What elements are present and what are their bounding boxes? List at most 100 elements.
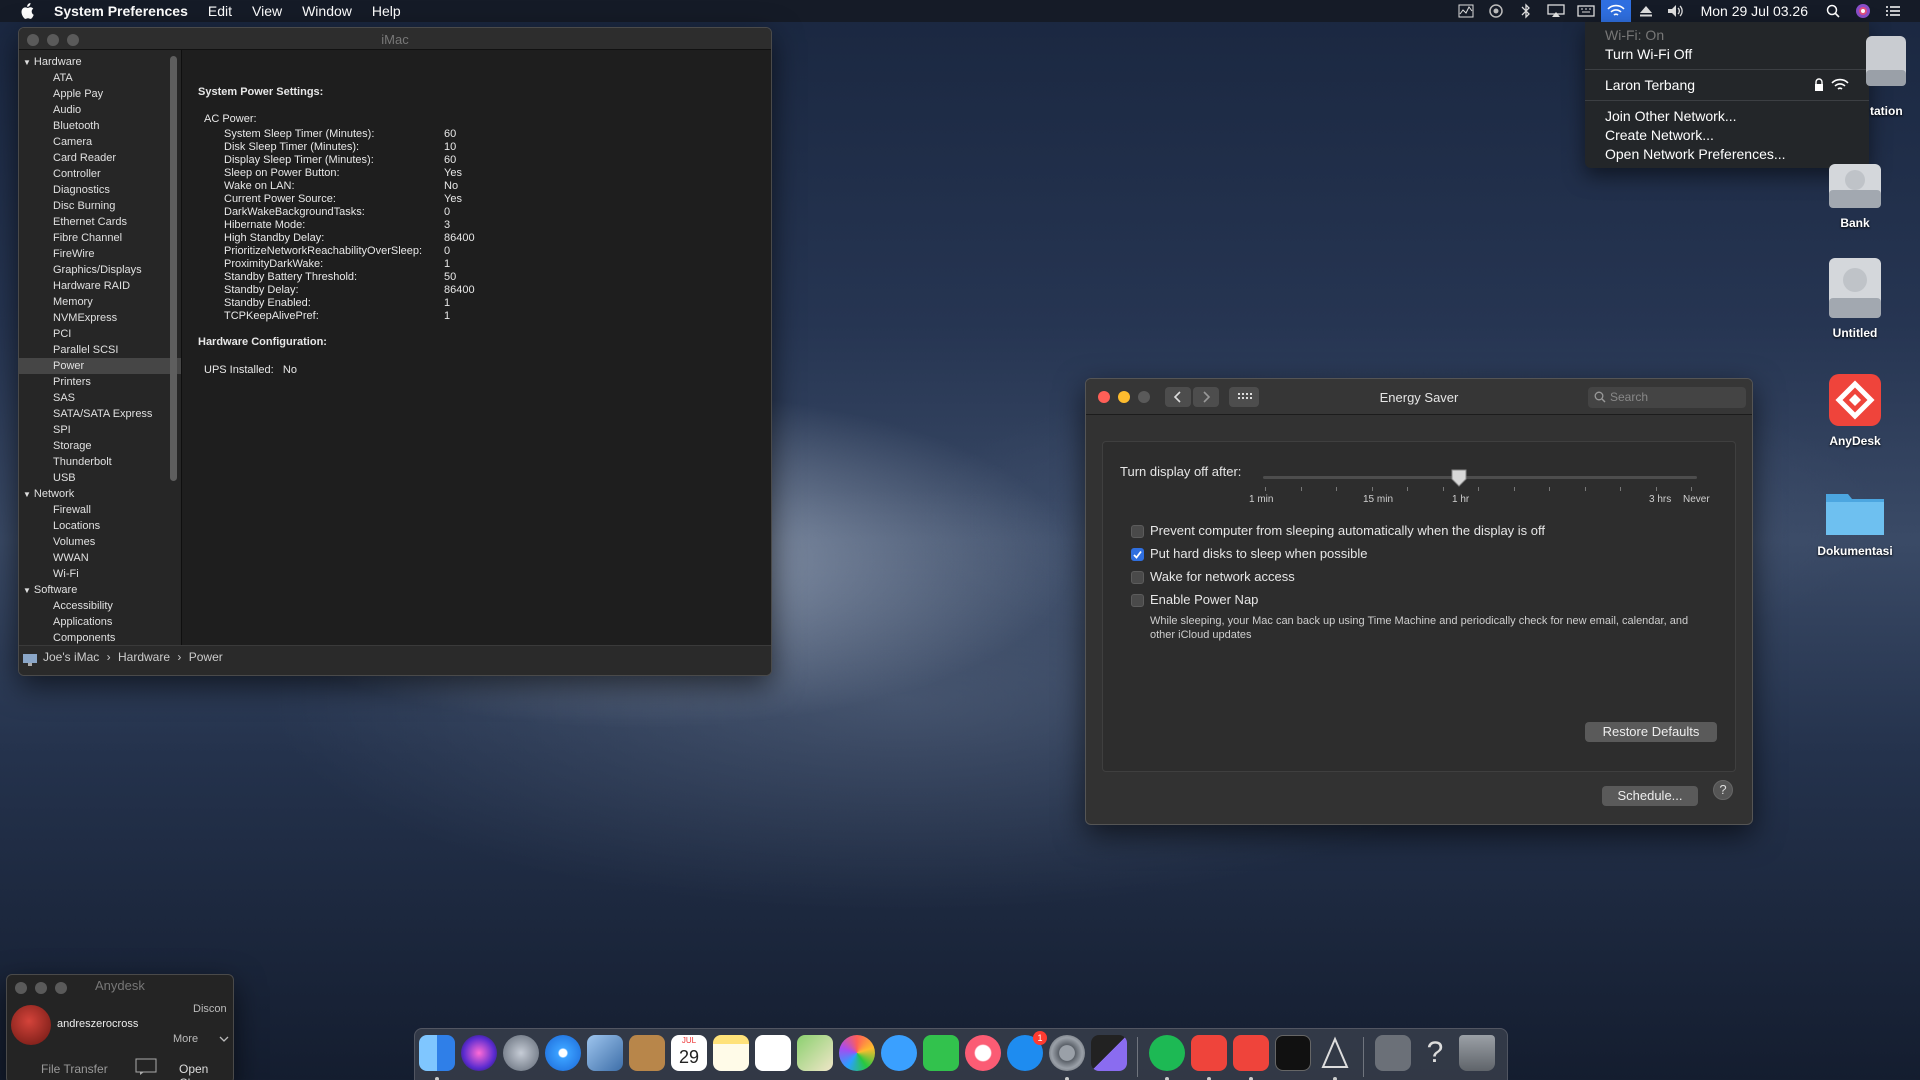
sidebar-item[interactable]: Controller xyxy=(19,166,181,182)
chevron-down-icon[interactable] xyxy=(219,1035,229,1043)
disclosure-triangle-icon[interactable]: ▼ xyxy=(23,490,31,499)
siri-icon[interactable] xyxy=(1481,0,1511,22)
anydesk-icon[interactable] xyxy=(1233,1035,1269,1071)
reminders-icon[interactable] xyxy=(755,1035,791,1071)
restore-defaults-button[interactable]: Restore Defaults xyxy=(1585,722,1717,742)
maps-icon[interactable] xyxy=(797,1035,833,1071)
terminal-icon[interactable] xyxy=(1275,1035,1311,1071)
sidebar-item[interactable]: Fibre Channel xyxy=(19,230,181,246)
spotlight-search-icon[interactable] xyxy=(1818,0,1848,22)
disclosure-triangle-icon[interactable]: ▼ xyxy=(23,586,31,595)
open-network-preferences-item[interactable]: Open Network Preferences... xyxy=(1605,146,1786,162)
sidebar-item[interactable]: Bluetooth xyxy=(19,118,181,134)
notification-center-icon[interactable] xyxy=(1878,0,1908,22)
close-button[interactable] xyxy=(15,982,27,994)
help-question-icon[interactable]: ? xyxy=(1417,1035,1453,1071)
sidebar-item[interactable]: Power xyxy=(19,358,181,374)
disconnect-button[interactable]: Discon xyxy=(193,1003,227,1015)
sidebar-item[interactable]: PCI xyxy=(19,326,181,342)
itunes-icon[interactable] xyxy=(965,1035,1001,1071)
sidebar-item[interactable]: Printers xyxy=(19,374,181,390)
airplay-icon[interactable] xyxy=(1541,0,1571,22)
prevent-sleep-checkbox[interactable] xyxy=(1131,525,1144,538)
system-preferences-icon[interactable] xyxy=(1049,1035,1085,1071)
join-other-network-item[interactable]: Join Other Network... xyxy=(1605,108,1737,124)
desktop-item-dokumentasi[interactable]: Dokumentasi xyxy=(1800,486,1910,558)
path-computer[interactable]: Joe's iMac xyxy=(43,650,99,664)
zoom-button[interactable] xyxy=(55,982,67,994)
notes-icon[interactable] xyxy=(713,1035,749,1071)
sidebar-item[interactable]: Memory xyxy=(19,294,181,310)
activity-monitor-icon[interactable] xyxy=(1451,0,1481,22)
bluetooth-icon[interactable] xyxy=(1511,0,1541,22)
finder-icon[interactable] xyxy=(419,1035,455,1071)
menu-view[interactable]: View xyxy=(242,0,292,22)
menu-app-name[interactable]: System Preferences xyxy=(44,0,198,22)
sidebar-item[interactable]: WWAN xyxy=(19,550,181,566)
sidebar-item[interactable]: Wi-Fi xyxy=(19,566,181,582)
downloads-stack-icon[interactable] xyxy=(1375,1035,1411,1071)
desktop-item-untitled[interactable]: Untitled xyxy=(1800,256,1910,340)
sidebar-item[interactable]: Ethernet Cards xyxy=(19,214,181,230)
wake-network-checkbox[interactable] xyxy=(1131,571,1144,584)
safari-icon[interactable] xyxy=(545,1035,581,1071)
wake-network-label[interactable]: Wake for network access xyxy=(1150,569,1295,584)
more-button[interactable]: More xyxy=(173,1033,198,1045)
wifi-toggle-item[interactable]: Turn Wi-Fi Off xyxy=(1605,46,1692,62)
calendar-icon[interactable]: JUL 29 xyxy=(671,1035,707,1071)
sidebar-item[interactable]: Storage xyxy=(19,438,181,454)
sidebar-item[interactable]: Thunderbolt xyxy=(19,454,181,470)
file-transfer-button[interactable]: File Transfer xyxy=(41,1062,108,1076)
spotify-icon[interactable] xyxy=(1149,1035,1185,1071)
menu-clock[interactable]: Mon 29 Jul 03.26 xyxy=(1691,3,1818,19)
launchpad-icon[interactable] xyxy=(503,1035,539,1071)
minimize-button[interactable] xyxy=(35,982,47,994)
schedule-button[interactable]: Schedule... xyxy=(1602,786,1698,806)
wifi-icon[interactable] xyxy=(1600,0,1631,22)
sidebar-category[interactable]: ▼ Hardware xyxy=(19,54,181,70)
hard-disk-sleep-label[interactable]: Put hard disks to sleep when possible xyxy=(1150,546,1368,561)
menu-edit[interactable]: Edit xyxy=(198,0,242,22)
path-power[interactable]: Power xyxy=(189,650,223,664)
sidebar-item[interactable]: Locations xyxy=(19,518,181,534)
keyboard-icon[interactable] xyxy=(1571,0,1601,22)
contacts-icon[interactable] xyxy=(629,1035,665,1071)
photos-icon[interactable] xyxy=(839,1035,875,1071)
eject-icon[interactable] xyxy=(1631,0,1661,22)
siri-colored-icon[interactable] xyxy=(1848,0,1878,22)
desktop-item-bank[interactable]: Bank xyxy=(1800,150,1910,230)
help-button[interactable]: ? xyxy=(1713,780,1733,800)
sidebar-item[interactable]: SATA/SATA Express xyxy=(19,406,181,422)
open-chat-button[interactable]: Open Cha xyxy=(179,1062,233,1080)
sidebar-item[interactable]: Graphics/Displays xyxy=(19,262,181,278)
power-nap-checkbox[interactable] xyxy=(1131,594,1144,607)
sidebar-item[interactable]: Accessibility xyxy=(19,598,181,614)
facetime-icon[interactable] xyxy=(923,1035,959,1071)
sidebar-item[interactable]: USB xyxy=(19,470,181,486)
power-nap-label[interactable]: Enable Power Nap xyxy=(1150,592,1258,607)
display-sleep-slider-track[interactable] xyxy=(1263,476,1697,479)
sidebar-item[interactable]: Components xyxy=(19,630,181,645)
chat-icon[interactable] xyxy=(135,1058,157,1076)
sidebar-item[interactable]: Apple Pay xyxy=(19,86,181,102)
trash-icon[interactable] xyxy=(1459,1035,1495,1071)
sidebar-item[interactable]: Card Reader xyxy=(19,150,181,166)
anydesk-icon[interactable] xyxy=(1191,1035,1227,1071)
sidebar-item[interactable]: SAS xyxy=(19,390,181,406)
sidebar-item[interactable]: Diagnostics xyxy=(19,182,181,198)
sidebar-item[interactable]: Camera xyxy=(19,134,181,150)
path-hardware[interactable]: Hardware xyxy=(118,650,170,664)
apple-menu-icon[interactable] xyxy=(0,3,44,19)
sidebar-category[interactable]: ▼ Network xyxy=(19,486,181,502)
desktop-item-anydesk[interactable]: AnyDesk xyxy=(1800,372,1910,448)
prevent-sleep-label[interactable]: Prevent computer from sleeping automatic… xyxy=(1150,523,1545,538)
sidebar-item[interactable]: Hardware RAID xyxy=(19,278,181,294)
final-cut-icon[interactable] xyxy=(1091,1035,1127,1071)
disclosure-triangle-icon[interactable]: ▼ xyxy=(23,58,31,67)
sidebar-category[interactable]: ▼ Software xyxy=(19,582,181,598)
sidebar-item[interactable]: ATA xyxy=(19,70,181,86)
sidebar-item[interactable]: Firewall xyxy=(19,502,181,518)
desktop-item-partial[interactable]: tation xyxy=(1800,30,1910,118)
sidebar-item[interactable]: Volumes xyxy=(19,534,181,550)
sidebar-item[interactable]: FireWire xyxy=(19,246,181,262)
